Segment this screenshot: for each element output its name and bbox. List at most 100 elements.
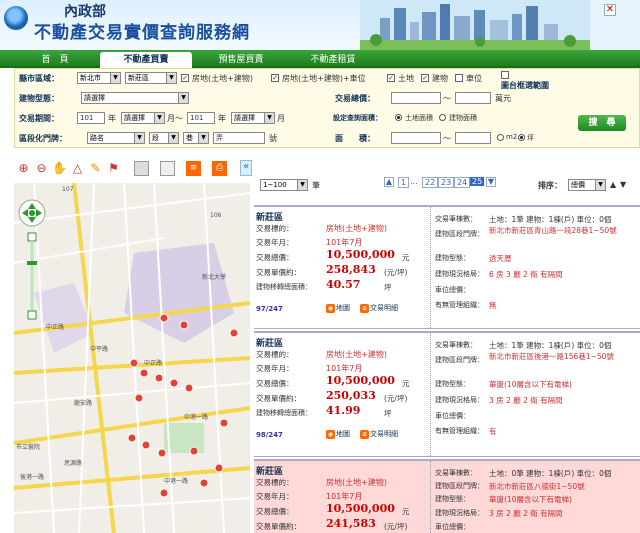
area-min-input[interactable] (391, 132, 441, 144)
site-title: 不動產交易實價查詢服務網 (34, 23, 250, 43)
main-nav: 首 頁 不動產買賣 預售屋買賣 不動產租賃 (0, 50, 640, 68)
layer2-icon[interactable] (160, 161, 175, 176)
tab-presale[interactable]: 預售屋買賣 (198, 52, 284, 68)
detail-key: 車位總價： (435, 286, 470, 294)
year-end-input[interactable]: 101 (187, 112, 215, 124)
page-24[interactable]: 24 (454, 177, 471, 188)
detail-icon: ≡ (360, 304, 369, 313)
zoom-out-icon[interactable]: ⊖ (34, 161, 49, 176)
land-area-radio[interactable] (395, 114, 402, 121)
building-checkbox[interactable]: ✓ (421, 74, 429, 82)
tab-rental[interactable]: 不動產租賃 (288, 52, 378, 68)
total-value: 10,500,000 (326, 502, 395, 515)
page-1[interactable]: 1 (398, 177, 410, 188)
month-start-select[interactable]: 請選擇 (121, 112, 165, 124)
total-price-max-input[interactable] (455, 92, 491, 104)
area-max-input[interactable] (455, 132, 491, 144)
map-label-siyuan: 思源路 (64, 459, 82, 467)
sort-select[interactable]: 總價 (568, 179, 606, 191)
map-button[interactable]: ◉ 地圖 (326, 429, 350, 439)
listing-card[interactable]: 新莊區 交易標的： 房地(土地+建物) 交易年月： 101年7月 交易總價： 1… (254, 331, 640, 457)
pan-icon[interactable]: ✋ (52, 161, 67, 176)
land-area-label: 土地面積 (405, 114, 433, 122)
unit-price-unit: (元/坪) (384, 522, 408, 531)
lane-select[interactable]: 巷 (183, 132, 209, 144)
road-select[interactable]: 路名 (87, 132, 145, 144)
unit-price-unit: (元/坪) (384, 394, 408, 403)
map-button-label: 地圖 (336, 430, 350, 438)
type-key: 交易標的： (256, 478, 294, 487)
map-label-zhonggang-2: 中港一路 (164, 477, 188, 485)
map-select-checkbox[interactable] (501, 71, 509, 79)
layer-icon[interactable] (134, 161, 149, 176)
page-25-current[interactable]: 25 (470, 177, 485, 186)
tab-real-estate-sale[interactable]: 不動產買賣 (100, 52, 192, 68)
marker-icon[interactable]: ✎ (88, 161, 103, 176)
search-row-address: 區段化門牌： 路名 段 巷 弄 號 面 積： ～ m2 坪 (15, 129, 639, 147)
section-select[interactable]: 段 (149, 132, 179, 144)
flag-icon[interactable]: ⚑ (106, 161, 121, 176)
measure-icon[interactable]: △ (70, 161, 85, 176)
unit-price-key: 交易單價約： (256, 268, 301, 277)
alley-input[interactable]: 弄 (213, 132, 265, 144)
type-key: 交易標的： (256, 350, 294, 359)
map-drawing: 107 106 新北大學 中正路 中平路 中正路 中港一路 龍安路 思源路 中港… (14, 183, 250, 533)
ministry-logo[interactable] (4, 6, 28, 30)
month-end-unit: 月 (277, 114, 285, 123)
land-building-checkbox[interactable]: ✓ (181, 74, 189, 82)
total-price-unit: 萬元 (495, 94, 511, 103)
detail-key: 建物型態： (435, 254, 470, 262)
listing-card[interactable]: 新莊區 交易標的： 房地(土地+建物) 交易年月： 101年7月 交易總價： 1… (254, 205, 640, 329)
map-label-hospital: 市立醫院 (16, 443, 40, 451)
area-unit: 坪 (384, 409, 392, 418)
ping-radio[interactable] (518, 134, 525, 141)
page-22[interactable]: 22 (422, 177, 439, 188)
map-button-label: 地圖 (336, 304, 350, 312)
unit-price-value: 258,843 (326, 263, 376, 276)
detail-button[interactable]: ≡ 交易明細 (360, 303, 398, 313)
detail-value: 6 房 3 廳 2 衛 有隔間 (489, 270, 563, 279)
prev-page-button[interactable]: ▲ (384, 177, 394, 187)
year-start-input[interactable]: 101 (77, 112, 105, 124)
period-label: 交易期間： (19, 114, 59, 123)
tab-home[interactable]: 首 頁 (20, 52, 90, 68)
collapse-panel-button[interactable]: « (240, 160, 252, 176)
district-select[interactable]: 新莊區 (125, 72, 177, 84)
month-end-select[interactable]: 請選擇 (231, 112, 275, 124)
land-building-parking-label: 房地(土地+建物)+車位 (282, 74, 366, 83)
parking-checkbox[interactable] (455, 74, 463, 82)
area-key: 建物移轉總面積： (256, 409, 312, 417)
listing-details: 交易筆棟數： 土地：0筆 建物：1棟(戶) 車位：0個 建物區段門牌： 新北市新… (430, 461, 640, 533)
close-icon[interactable]: ✕ (604, 4, 616, 16)
detail-key: 建物區段門牌： (435, 230, 484, 238)
page-23[interactable]: 23 (438, 177, 455, 188)
city-select[interactable]: 新北市 (77, 72, 121, 84)
detail-key: 有無管理組織： (435, 301, 484, 309)
sort-asc-button[interactable]: ▲ (610, 180, 616, 189)
sort-desc-button[interactable]: ▼ (620, 180, 626, 189)
listing-district: 新莊區 (256, 467, 284, 477)
land-building-parking-checkbox[interactable]: ✓ (271, 74, 279, 82)
area-value: 41.99 (326, 404, 361, 417)
map-canvas[interactable]: 107 106 新北大學 中正路 中平路 中正路 中港一路 龍安路 思源路 中港… (14, 183, 250, 533)
land-checkbox[interactable]: ✓ (387, 74, 395, 82)
total-price-min-input[interactable] (391, 92, 441, 104)
map-label-longan: 龍安路 (74, 399, 92, 407)
info-icon[interactable]: ≡ (186, 161, 201, 176)
building-type-select[interactable]: 請選擇 (81, 92, 189, 104)
page-size-select[interactable]: 1~100 (260, 179, 308, 191)
detail-value: 土地：1筆 建物：1棟(戶) 車位：0個 (489, 215, 612, 224)
print-icon[interactable]: ⎙ (212, 161, 227, 176)
map-label-zhongzheng-2: 中正路 (144, 359, 162, 367)
zoom-in-icon[interactable]: ⊕ (16, 161, 31, 176)
pager: 1~100 筆 ▲ 1 ... 22 23 24 25 ▼ 排序： 總價 ▲ ▼ (254, 165, 640, 205)
detail-button[interactable]: ≡ 交易明細 (360, 429, 398, 439)
unit-price-unit: (元/坪) (384, 268, 408, 277)
next-page-button[interactable]: ▼ (486, 177, 496, 187)
listing-card-highlighted[interactable]: 新莊區 交易標的： 房地(土地+建物) 交易年月： 101年7月 交易總價： 1… (254, 459, 640, 533)
map-button[interactable]: ◉ 地圖 (326, 303, 350, 313)
building-area-label: 建物面積 (449, 114, 477, 122)
m2-radio[interactable] (497, 134, 504, 141)
building-area-radio[interactable] (439, 114, 446, 121)
search-button[interactable]: 搜 尋 (578, 115, 626, 131)
